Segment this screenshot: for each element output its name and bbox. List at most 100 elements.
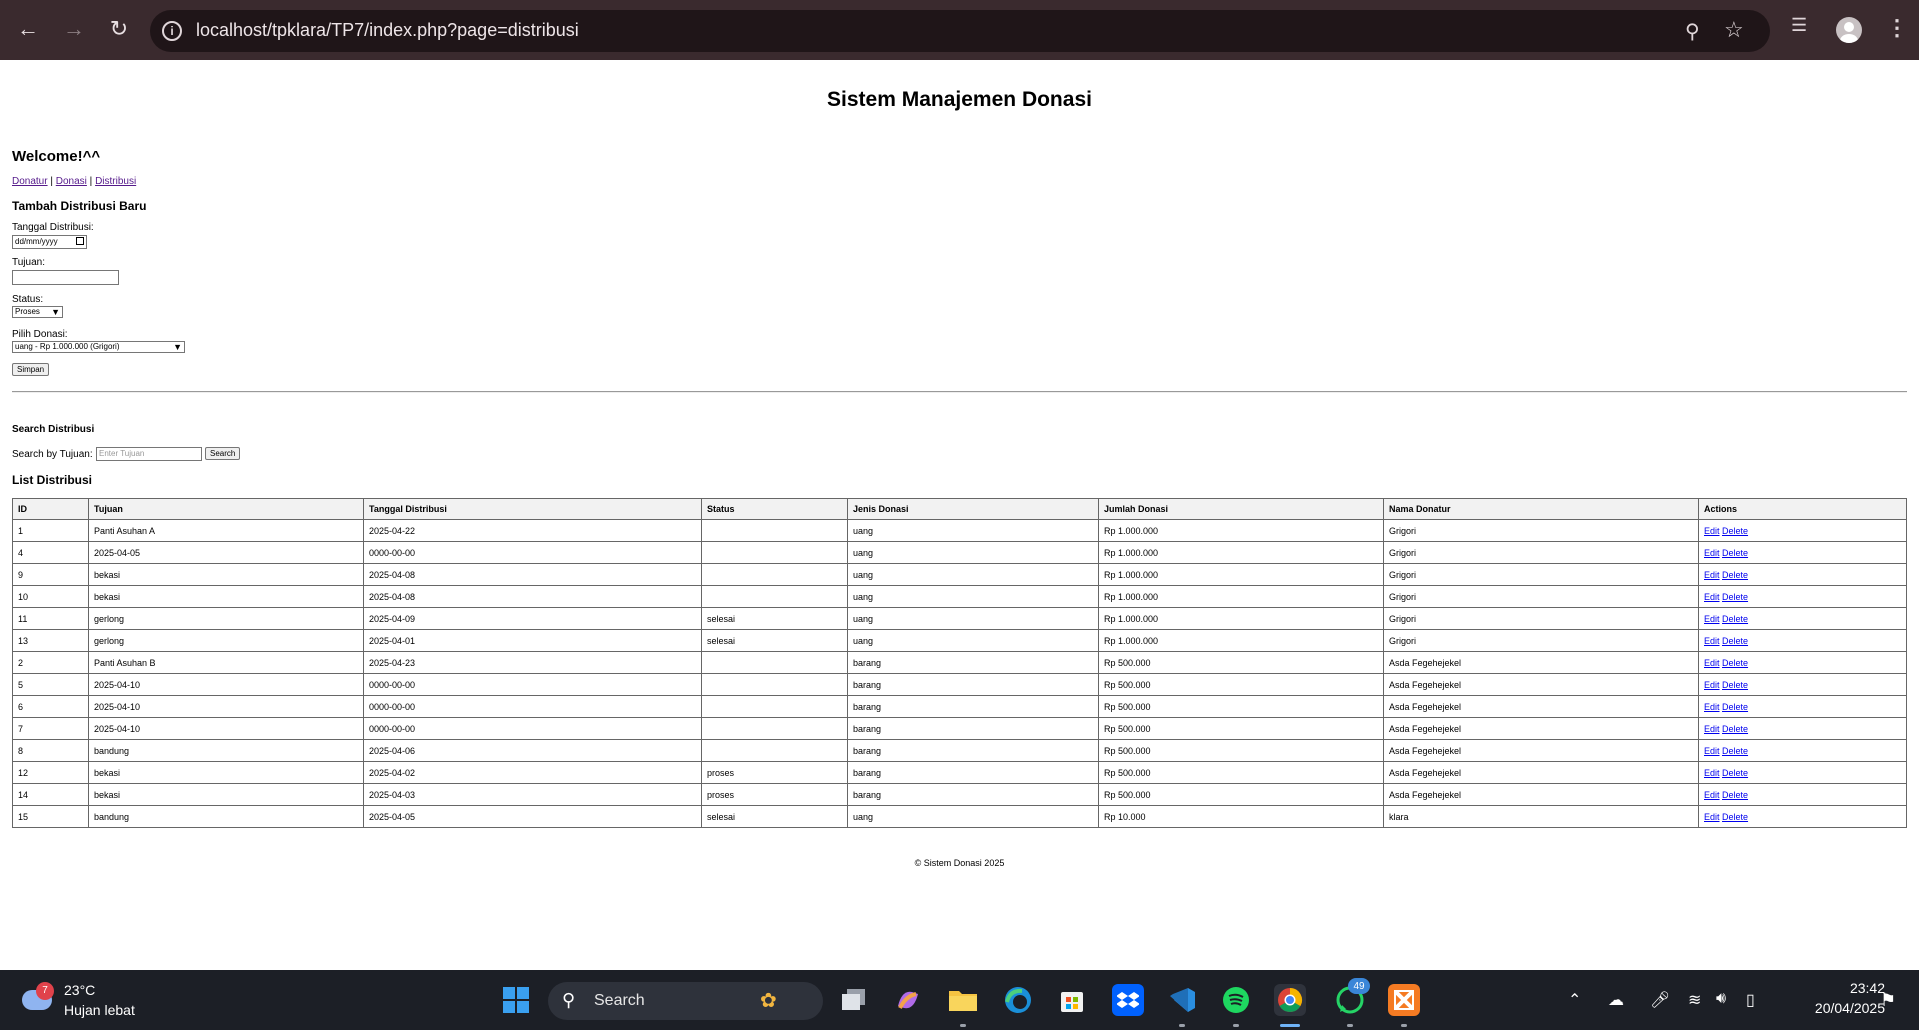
status-select[interactable]: Proses ▼ xyxy=(12,306,63,318)
cell-donatur: Grigori xyxy=(1383,607,1699,630)
edit-link[interactable]: Edit xyxy=(1704,570,1720,580)
cell-donatur: Asda Fegehejekel xyxy=(1383,673,1699,696)
windows-start-icon[interactable] xyxy=(500,984,532,1016)
status-label: Status: xyxy=(12,294,44,305)
edit-link[interactable]: Edit xyxy=(1704,680,1720,690)
delete-link[interactable]: Delete xyxy=(1722,746,1748,756)
delete-link[interactable]: Delete xyxy=(1722,724,1748,734)
calendar-icon[interactable] xyxy=(76,237,84,245)
reload-icon[interactable]: ↻ xyxy=(103,13,135,45)
tujuan-input[interactable] xyxy=(12,270,119,285)
delete-link[interactable]: Delete xyxy=(1722,526,1748,536)
chrome-icon[interactable] xyxy=(1274,984,1306,1016)
simpan-button[interactable]: Simpan xyxy=(12,363,50,376)
bookmark-star-icon[interactable]: ☆ xyxy=(1724,17,1744,43)
running-indicator xyxy=(1233,1024,1239,1027)
edit-link[interactable]: Edit xyxy=(1704,812,1720,822)
cell-tujuan: 2025-04-10 xyxy=(88,695,364,718)
delete-link[interactable]: Delete xyxy=(1722,570,1748,580)
table-row: 12 bekasi 2025-04-02 proses barang Rp 500.000… xyxy=(12,761,1907,784)
delete-link[interactable]: Delete xyxy=(1722,702,1748,712)
volume-icon[interactable]: 🔊︎ xyxy=(1716,990,1726,1008)
cell-jenis: uang xyxy=(847,805,1099,828)
table-row: 11 gerlong 2025-04-09 selesai uang Rp 1.000.0… xyxy=(12,607,1907,630)
clock-date: 20/04/2025 xyxy=(1814,1000,1885,1016)
delete-link[interactable]: Delete xyxy=(1722,680,1748,690)
cell-tujuan: bekasi xyxy=(88,585,364,608)
cell-actions: Edit Delete xyxy=(1698,519,1907,542)
status-selected-value: Proses xyxy=(15,307,40,316)
nav-link-donatur[interactable]: Donatur xyxy=(12,176,48,187)
edit-link[interactable]: Edit xyxy=(1704,614,1720,624)
delete-link[interactable]: Delete xyxy=(1722,790,1748,800)
search-input[interactable]: Enter Tujuan xyxy=(96,447,202,461)
cell-status: selesai xyxy=(701,607,848,630)
running-indicator xyxy=(1401,1024,1407,1027)
cell-id: 1 xyxy=(12,519,89,542)
edge-browser-icon[interactable] xyxy=(1002,984,1034,1016)
onedrive-cloud-icon[interactable]: ☁ xyxy=(1608,990,1624,1010)
delete-link[interactable]: Delete xyxy=(1722,768,1748,778)
cell-actions: Edit Delete xyxy=(1698,651,1907,674)
copilot-icon[interactable] xyxy=(892,984,924,1016)
delete-link[interactable]: Delete xyxy=(1722,812,1748,822)
edit-link[interactable]: Edit xyxy=(1704,790,1720,800)
microphone-icon[interactable]: 🎤︎ xyxy=(1650,990,1670,1010)
task-view-icon[interactable] xyxy=(838,984,870,1016)
search-button[interactable]: Search xyxy=(205,447,241,460)
edit-link[interactable]: Edit xyxy=(1704,658,1720,668)
edit-link[interactable]: Edit xyxy=(1704,526,1720,536)
edit-link[interactable]: Edit xyxy=(1704,768,1720,778)
address-bar[interactable]: i localhost/tpklara/TP7/index.php?page=d… xyxy=(150,10,1770,52)
cell-status xyxy=(701,585,848,608)
col-header-jumlah: Jumlah Donasi xyxy=(1098,498,1384,520)
tray-overflow-chevron-icon[interactable]: ⌃ xyxy=(1568,990,1581,1010)
edit-link[interactable]: Edit xyxy=(1704,702,1720,712)
cell-jumlah: Rp 1.000.000 xyxy=(1098,629,1384,652)
edit-link[interactable]: Edit xyxy=(1704,592,1720,602)
edit-link[interactable]: Edit xyxy=(1704,636,1720,646)
forward-arrow-icon[interactable]: → xyxy=(58,13,90,45)
file-explorer-icon[interactable] xyxy=(947,984,979,1016)
xampp-icon[interactable] xyxy=(1388,984,1420,1016)
delete-link[interactable]: Delete xyxy=(1722,548,1748,558)
delete-link[interactable]: Delete xyxy=(1722,592,1748,602)
site-info-icon[interactable]: i xyxy=(162,21,182,41)
cell-actions: Edit Delete xyxy=(1698,607,1907,630)
table-row: 10 bekasi 2025-04-08 uang Rp 1.000.000 Grigor… xyxy=(12,585,1907,608)
vscode-icon[interactable] xyxy=(1166,984,1198,1016)
back-arrow-icon[interactable]: ← xyxy=(12,13,44,45)
url-text[interactable]: localhost/tpklara/TP7/index.php?page=dis… xyxy=(196,20,579,41)
delete-link[interactable]: Delete xyxy=(1722,658,1748,668)
wifi-icon[interactable]: ≋ xyxy=(1688,990,1701,1010)
cell-tujuan: 2025-04-10 xyxy=(88,673,364,696)
taskbar-search-box[interactable]: ⚲ Search ✿ xyxy=(548,982,823,1020)
spotify-icon[interactable] xyxy=(1220,984,1252,1016)
col-header-jenis: Jenis Donasi xyxy=(847,498,1099,520)
cell-jumlah: Rp 1.000.000 xyxy=(1098,519,1384,542)
distribusi-table: ID Tujuan Tanggal Distribusi Status Jeni… xyxy=(12,498,1907,828)
cell-donatur: Asda Fegehejekel xyxy=(1383,783,1699,806)
taskbar-clock[interactable]: 23:42 20/04/2025 xyxy=(1785,980,1885,1020)
microsoft-store-icon[interactable] xyxy=(1056,984,1088,1016)
media-controls-icon[interactable]: ☰ xyxy=(1791,15,1807,36)
kebab-menu-icon[interactable]: ⋮ xyxy=(1886,15,1908,41)
dropbox-icon[interactable] xyxy=(1112,984,1144,1016)
tanggal-date-input[interactable]: dd/mm/yyyy xyxy=(12,235,87,249)
cell-tujuan: Panti Asuhan B xyxy=(88,651,364,674)
donasi-select[interactable]: uang - Rp 1.000.000 (Grigori) ▼ xyxy=(12,341,185,353)
cell-jenis: uang xyxy=(847,519,1099,542)
zoom-icon[interactable]: ⚲ xyxy=(1685,19,1700,44)
edit-link[interactable]: Edit xyxy=(1704,746,1720,756)
delete-link[interactable]: Delete xyxy=(1722,614,1748,624)
list-title: List Distribusi xyxy=(12,473,93,487)
profile-avatar-icon[interactable] xyxy=(1836,17,1862,43)
delete-link[interactable]: Delete xyxy=(1722,636,1748,646)
edit-link[interactable]: Edit xyxy=(1704,548,1720,558)
notification-bell-icon[interactable]: ⚑ xyxy=(1880,990,1896,1011)
nav-link-donasi[interactable]: Donasi xyxy=(56,176,87,187)
nav-link-distribusi[interactable]: Distribusi xyxy=(95,176,136,187)
cell-id: 8 xyxy=(12,739,89,762)
battery-icon[interactable]: ▯ xyxy=(1746,990,1755,1010)
edit-link[interactable]: Edit xyxy=(1704,724,1720,734)
